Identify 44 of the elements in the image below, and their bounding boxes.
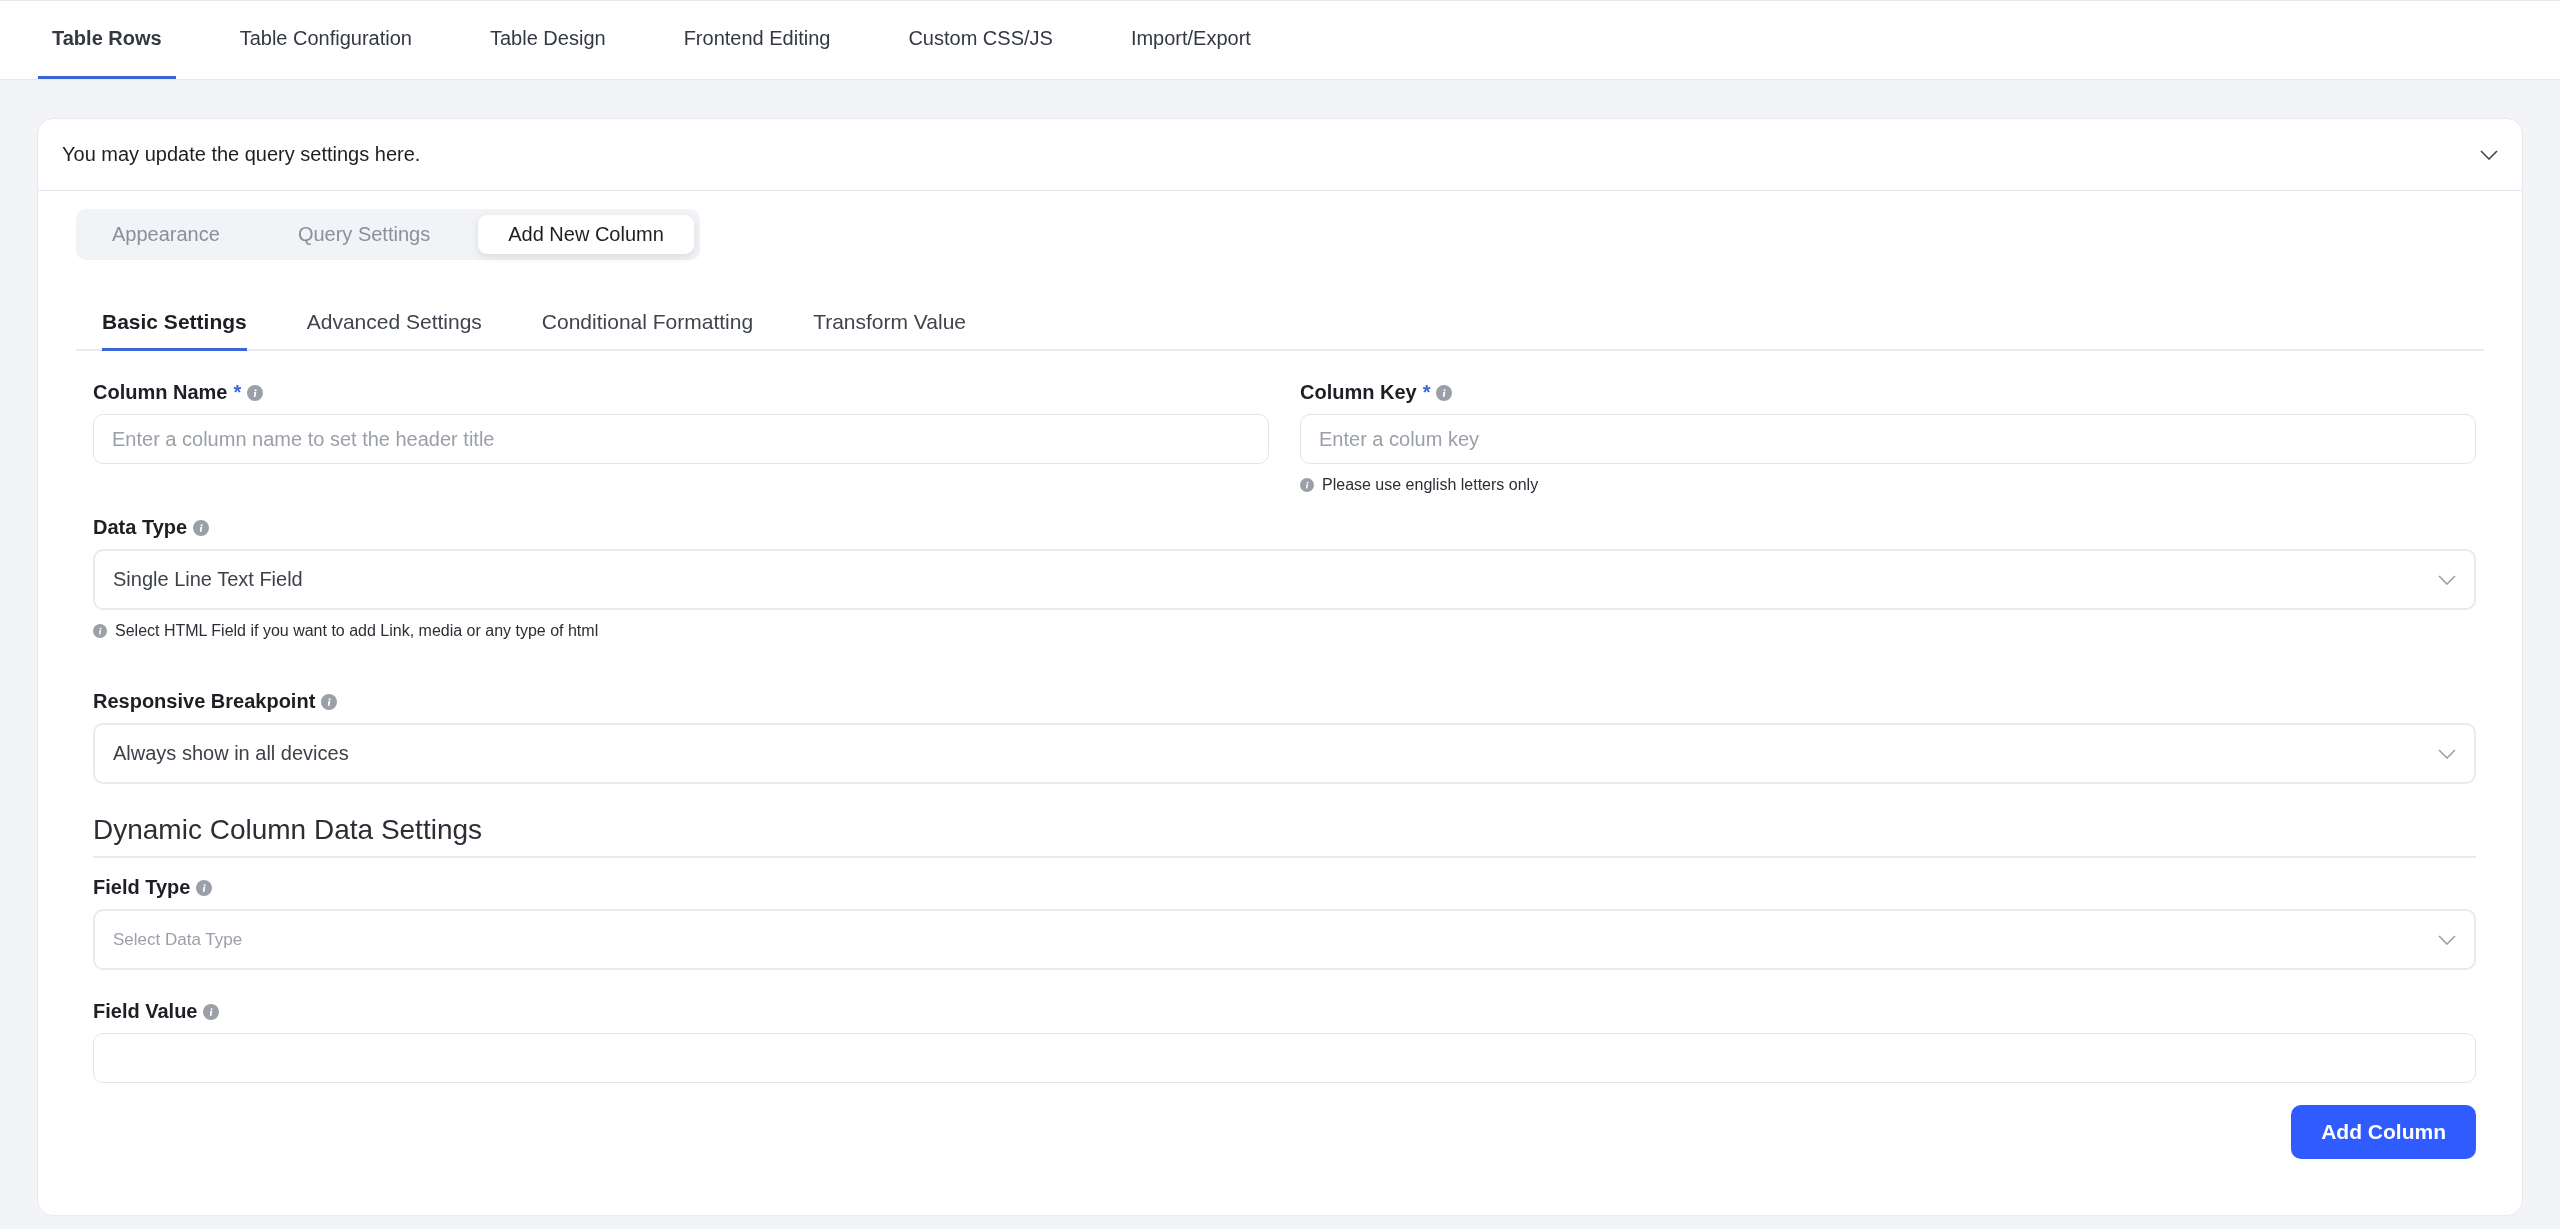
add-column-button[interactable]: Add Column (2291, 1105, 2476, 1159)
nav-tab[interactable]: Import/Export (1116, 1, 1265, 79)
info-icon (203, 1003, 220, 1020)
nav-tab[interactable]: Table Design (476, 1, 620, 79)
info-icon (93, 624, 107, 638)
field-label: Responsive Breakpoint (93, 690, 316, 713)
section-heading: Dynamic Column Data Settings (93, 814, 2476, 858)
panel-title: You may update the query settings here. (62, 143, 421, 166)
settings-tab[interactable]: Conditional Formatting (541, 298, 754, 351)
select-field[interactable]: Always show in all devices (93, 723, 2476, 784)
chevron-down-icon (2438, 748, 2456, 759)
nav-tab[interactable]: Table Configuration (225, 1, 426, 79)
field-label: Field Value (93, 1000, 198, 1023)
settings-tab[interactable]: Basic Settings (102, 298, 247, 351)
hint-text: Select HTML Field if you want to add Link, media or any type of html (115, 622, 599, 640)
field-label: Column Key (1300, 381, 1417, 404)
text-field[interactable]: Enter a colum key (1300, 414, 2476, 464)
settings-tab[interactable]: Transform Value (813, 298, 966, 351)
nav-tab[interactable]: Custom CSS/JS (894, 1, 1067, 79)
text-field[interactable] (93, 1033, 2476, 1083)
required-mark: * (1422, 381, 1431, 404)
info-icon (196, 879, 213, 896)
select-value: Single Line Text Field (113, 568, 303, 591)
field-label: Data Type (93, 516, 188, 539)
required-mark: * (233, 381, 242, 404)
info-icon (1300, 478, 1314, 492)
field-label: Field Type (93, 876, 191, 899)
hint-text: Please use english letters only (1322, 476, 1539, 494)
segment-tab[interactable]: Add New Column (478, 215, 694, 254)
select-field[interactable]: Single Line Text Field (93, 549, 2476, 610)
select-value: Always show in all devices (113, 742, 349, 765)
select-placeholder: Select Data Type (113, 929, 243, 950)
info-icon (193, 519, 210, 536)
chevron-down-icon (2438, 934, 2456, 945)
settings-tab[interactable]: Advanced Settings (306, 298, 482, 351)
field-label: Column Name (93, 381, 228, 404)
nav-tab[interactable]: Frontend Editing (669, 1, 845, 79)
info-icon (247, 384, 264, 401)
info-icon (1436, 384, 1453, 401)
info-icon (321, 693, 338, 710)
chevron-down-icon (2480, 149, 2498, 160)
chevron-down-icon (2438, 574, 2456, 585)
text-field[interactable]: Enter a column name to set the header title (93, 414, 1269, 464)
nav-tab[interactable]: Table Rows (38, 1, 176, 79)
